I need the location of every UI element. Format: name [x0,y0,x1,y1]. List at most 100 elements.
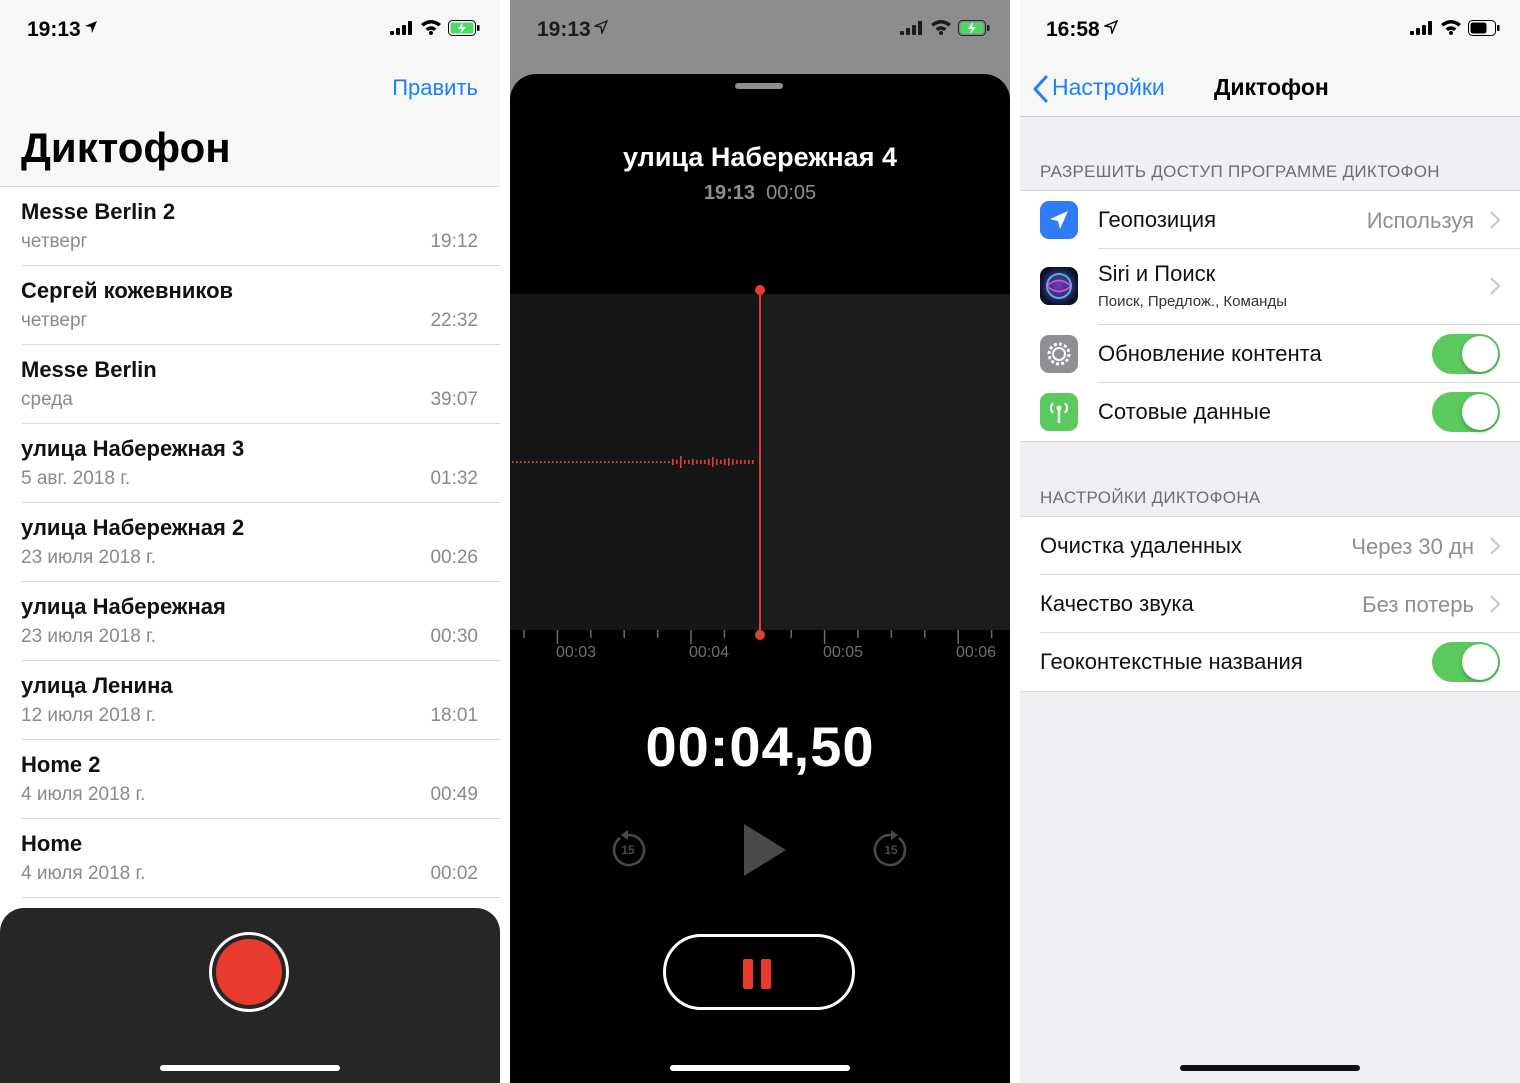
waveform-bar [540,461,542,463]
recording-duration: 00:30 [430,626,478,647]
row-cellular: Сотовые данные [1020,383,1520,441]
record-button[interactable] [209,932,289,1012]
recording-duration: 39:07 [430,389,478,410]
waveform-bar [704,460,706,464]
recordings-list: Messe Berlin 2 четверг 19:12 Сергей кожевн… [0,187,500,898]
play-icon [744,824,786,876]
home-indicator[interactable] [160,1065,340,1071]
waveform-bar [700,460,702,464]
row-siri[interactable]: Siri и Поиск Поиск, Предлож., Команды [1020,249,1520,325]
waveform-bar [612,461,614,463]
row-audio-quality[interactable]: Качество звука Без потерь [1020,575,1520,633]
page-title: Диктофон [21,124,231,171]
waveform-bar [604,461,606,463]
list-item[interactable]: Home 4 июля 2018 г. 00:02 [21,819,500,898]
section-header-settings: НАСТРОЙКИ ДИКТОФОНА [1040,488,1261,507]
wifi-icon [1441,20,1461,35]
waveform-bar [568,461,570,463]
waveform-bar [640,461,642,463]
list-item[interactable]: Messe Berlin 2 четверг 19:12 [21,187,500,266]
recording-date: четверг [21,310,88,331]
row-clear-deleted[interactable]: Очистка удаленных Через 30 дн [1020,517,1520,575]
list-item[interactable]: Home 2 4 июля 2018 г. 00:49 [21,740,500,819]
settings-screen: 16:58 Настройки Диктофон РАЗРЕШИТЬ ДОСТУ… [1020,0,1520,1083]
recording-date: 23 июля 2018 г. [21,626,156,647]
waveform-bar [588,461,590,463]
status-time: 16:58 [1046,18,1100,41]
location-naming-toggle[interactable] [1432,642,1500,682]
cellular-data-toggle[interactable] [1432,392,1500,432]
list-item[interactable]: улица Ленина 12 июля 2018 г. 18:01 [21,661,500,740]
list-item[interactable]: Messe Berlin среда 39:07 [21,345,500,424]
access-group: Геопозиция Используя Siri и Поиск Поиск,… [1020,190,1520,442]
list-item[interactable]: Сергей кожевников четверг 22:32 [21,266,500,345]
back-button[interactable]: Настройки [1032,74,1165,103]
recording-duration: 00:49 [430,784,478,805]
waveform-bar [740,460,742,464]
recording-name: Сергей кожевников [21,278,234,303]
nav-title: Диктофон [1214,74,1329,100]
recording-duration: 22:32 [430,310,478,331]
list-item[interactable]: улица Набережная 2 23 июля 2018 г. 00:26 [21,503,500,582]
waveform-bar [712,457,714,467]
recording-length: 00:05 [766,182,817,204]
waveform-bar [532,461,534,463]
status-time: 19:13 [27,18,81,41]
play-button[interactable] [740,822,790,878]
waveform-bar [728,458,730,466]
recording-name: Messe Berlin [21,357,157,382]
recording-title[interactable]: улица Набережная 4 [510,142,1010,173]
waveform-bar [716,459,718,465]
waveform-bar [544,461,546,463]
waveform-bar [696,460,698,464]
waveform-bar [676,460,678,464]
waveform-bar [648,461,650,463]
row-label: Качество звука [1040,591,1194,616]
home-indicator[interactable] [1180,1065,1360,1071]
wifi-icon [931,20,951,35]
waveform-bar [576,461,578,463]
waveform-bar [632,461,634,463]
waveform-bar [672,459,674,465]
recording-name: Home [21,831,83,856]
back-label: Настройки [1052,74,1165,100]
background-refresh-toggle[interactable] [1432,334,1500,374]
home-indicator[interactable] [670,1065,850,1071]
waveform-area[interactable] [510,294,1010,630]
sheet-grabber[interactable] [735,83,783,89]
pause-button[interactable] [663,934,855,1010]
skip-back-15-button[interactable]: 15 [610,830,646,868]
waveform-bar [624,461,626,463]
wifi-icon [421,20,441,35]
battery-charging-icon [448,20,480,36]
waveform-bar [584,461,586,463]
waveform-bar [600,461,602,463]
list-item[interactable]: улица Набережная 23 июля 2018 г. 00:30 [21,582,500,661]
waveform-bar [644,461,646,463]
waveform-bar [652,461,654,463]
waveform-bar [656,461,658,463]
waveform [512,294,761,630]
waveform-bar [660,461,662,463]
waveform-bar [520,461,522,463]
signal-icon [1410,21,1432,35]
recording-duration: 19:12 [430,231,478,252]
recording-name: Messe Berlin 2 [21,199,176,224]
status-bar: 19:13 [510,0,1010,60]
playhead-top-handle[interactable] [754,284,766,296]
skip-forward-15-button[interactable]: 15 [873,830,909,868]
location-arrow-icon [85,21,97,33]
waveform-bar [748,460,750,464]
waveform-bar [548,461,550,463]
recording-date: среда [21,389,73,410]
edit-button[interactable]: Править [392,75,478,101]
recording-date: 4 июля 2018 г. [21,784,146,805]
location-app-icon [1040,201,1078,239]
waveform-bar [536,461,538,463]
recording-name: Home 2 [21,752,101,777]
row-location[interactable]: Геопозиция Используя [1020,191,1520,249]
list-item[interactable]: улица Набережная 3 5 авг. 2018 г. 01:32 [21,424,500,503]
recording-date: 12 июля 2018 г. [21,705,156,726]
waveform-bar [556,461,558,463]
elapsed-time: 00:04,50 [645,715,875,778]
